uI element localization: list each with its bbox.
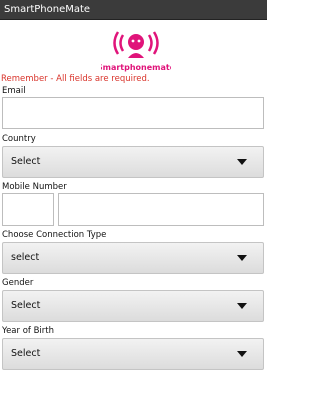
mobile-number-label: Mobile Number [2, 182, 67, 192]
logo-graphic: [Smartphonemate] [101, 31, 171, 72]
logo-text: [Smartphonemate] [101, 63, 171, 72]
gender-select[interactable]: Select [2, 290, 264, 322]
app-logo: [Smartphonemate] [101, 29, 171, 74]
email-field[interactable] [2, 97, 264, 129]
country-label: Country [2, 134, 36, 144]
country-select[interactable]: Select [2, 146, 264, 178]
mobile-number-field[interactable] [58, 193, 264, 226]
year-of-birth-select-value: Select [11, 348, 41, 359]
title-bar: SmartPhoneMate [0, 0, 267, 20]
connection-type-select[interactable]: select [2, 242, 264, 274]
gender-select-value: Select [11, 300, 41, 311]
required-fields-notice: Remember - All fields are required. [1, 74, 150, 84]
connection-type-label: Choose Connection Type [2, 230, 107, 240]
chevron-down-icon [237, 255, 247, 261]
chevron-down-icon [237, 303, 247, 309]
chevron-down-icon [237, 351, 247, 357]
connection-type-select-value: select [11, 252, 40, 263]
gender-label: Gender [2, 278, 34, 288]
year-of-birth-select[interactable]: Select [2, 338, 264, 370]
app-title: SmartPhoneMate [4, 4, 91, 15]
chevron-down-icon [237, 159, 247, 165]
email-label: Email [2, 86, 26, 96]
year-of-birth-label: Year of Birth [2, 326, 55, 336]
mobile-country-code-field[interactable] [2, 193, 54, 226]
country-select-value: Select [11, 156, 41, 167]
